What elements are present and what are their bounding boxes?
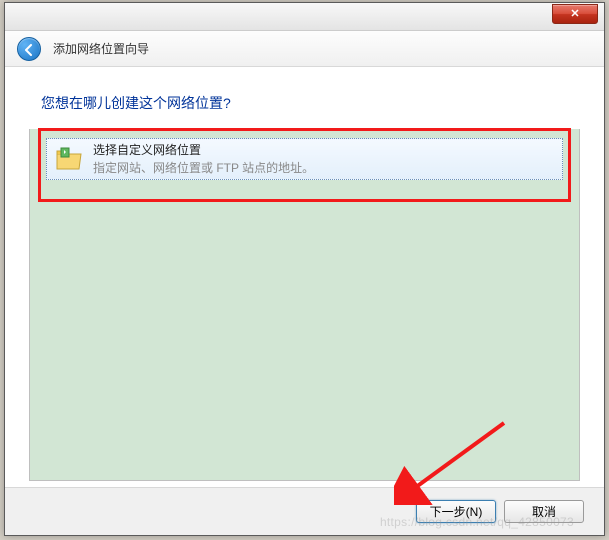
- folder-network-icon: [55, 144, 83, 174]
- prompt-text: 您想在哪儿创建这个网络位置?: [29, 79, 580, 129]
- wizard-dialog: ✕ 添加网络位置向导 您想在哪儿创建这个网络位置? 选择自定义网络位置 指定网站: [4, 2, 605, 536]
- content-area: 您想在哪儿创建这个网络位置? 选择自定义网络位置 指定网站、网络位置或 FTP …: [29, 79, 580, 481]
- option-description: 指定网站、网络位置或 FTP 站点的地址。: [93, 159, 314, 177]
- option-title: 选择自定义网络位置: [93, 141, 314, 159]
- close-button[interactable]: ✕: [552, 4, 598, 24]
- back-button[interactable]: [17, 37, 41, 61]
- custom-location-option[interactable]: 选择自定义网络位置 指定网站、网络位置或 FTP 站点的地址。: [46, 138, 563, 180]
- watermark-text: https://blog.csdn.net/qq_42850073: [380, 515, 574, 529]
- titlebar: ✕: [5, 3, 604, 31]
- back-arrow-icon: [23, 44, 35, 56]
- header-bar: 添加网络位置向导: [5, 31, 604, 67]
- header-title: 添加网络位置向导: [53, 40, 149, 57]
- option-text: 选择自定义网络位置 指定网站、网络位置或 FTP 站点的地址。: [93, 141, 314, 177]
